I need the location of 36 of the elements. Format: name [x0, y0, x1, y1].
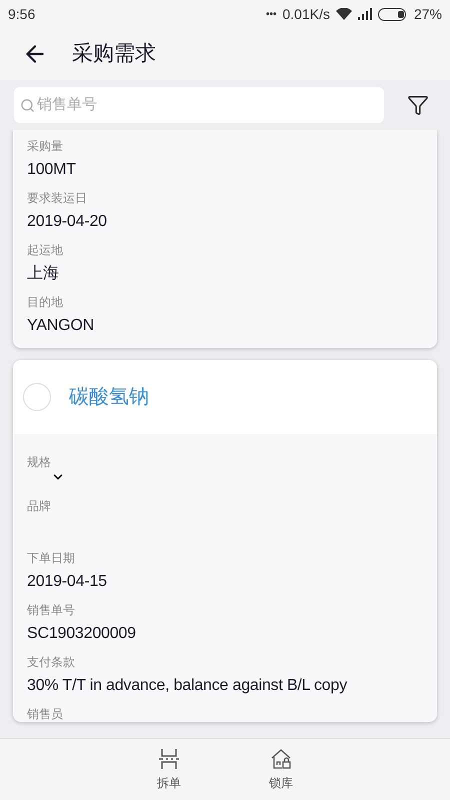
- select-radio[interactable]: [23, 383, 51, 411]
- signal-icon: [358, 8, 372, 20]
- battery-icon: [378, 8, 408, 20]
- product-name: 碳酸氢钠: [69, 385, 149, 410]
- action-button[interactable]: 锁库: [259, 748, 303, 792]
- action-button[interactable]: 拆单: [147, 748, 191, 792]
- filter-button[interactable]: [406, 93, 430, 117]
- field-value: 100MT: [27, 160, 77, 180]
- field-label: 目的地: [27, 294, 64, 310]
- field-label: 销售员: [27, 706, 64, 722]
- field-value: YANGON: [27, 316, 95, 336]
- status-time: 9:56: [8, 4, 36, 24]
- split-icon: [158, 748, 180, 770]
- field-label: 规格: [27, 454, 52, 470]
- field-label: 采购量: [27, 138, 64, 154]
- field-value: 上海: [27, 264, 60, 284]
- field-label: 下单日期: [27, 550, 76, 566]
- battery-percent: 27%: [414, 4, 442, 24]
- search-icon: [20, 98, 35, 112]
- field-label: 起运地: [27, 242, 64, 258]
- field-label: 品牌: [27, 498, 52, 514]
- filter-icon: [407, 94, 429, 116]
- wifi-icon: [336, 8, 352, 20]
- field-value: 30% T/T in advance, balance against B/L copy: [27, 676, 348, 696]
- page-title: 采购需求: [72, 41, 156, 68]
- house-lock-icon: [270, 748, 292, 770]
- field-label: 支付条款: [27, 654, 76, 670]
- field-value: 2019-04-20: [27, 212, 108, 232]
- network-speed: 0.01K/s: [282, 4, 330, 24]
- search-input[interactable]: 销售单号: [37, 94, 378, 116]
- field-value: 2019-04-15: [27, 572, 108, 592]
- status-dots: •••: [266, 8, 276, 22]
- field-label: 要求装运日: [27, 190, 88, 206]
- field-value: SC1903200009: [27, 624, 137, 644]
- search-field[interactable]: 销售单号: [14, 87, 384, 123]
- field-label: 销售单号: [27, 602, 76, 618]
